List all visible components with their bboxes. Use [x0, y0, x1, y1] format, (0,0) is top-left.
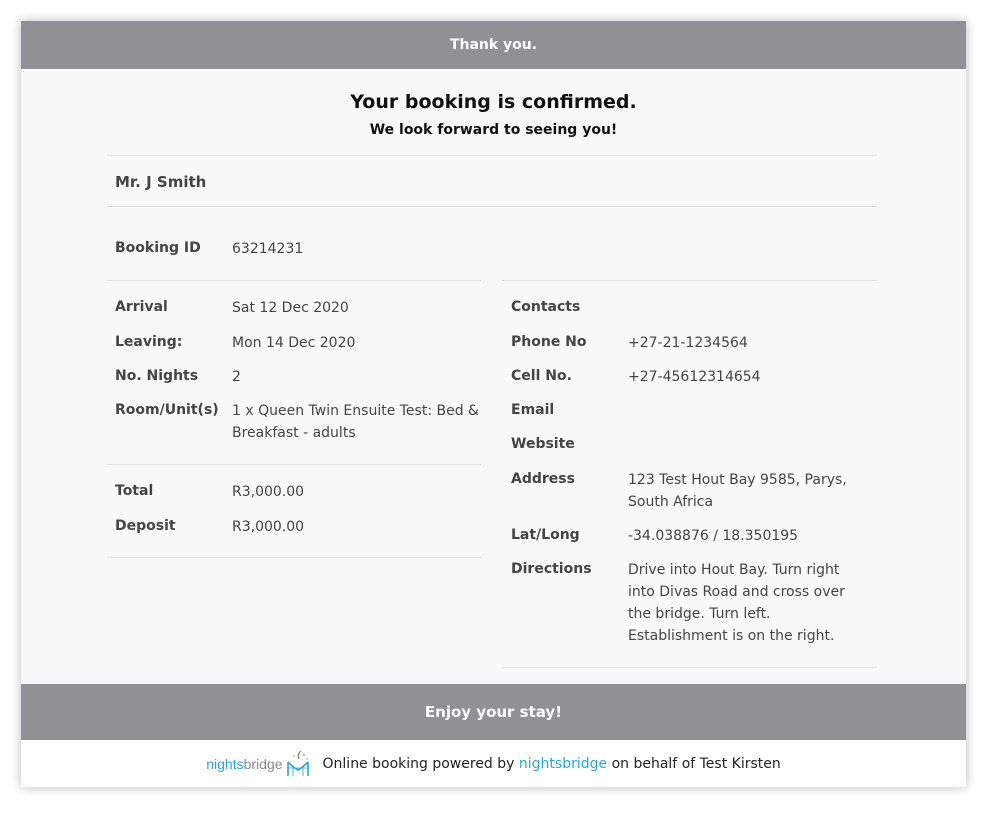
footer-suffix: on behalf of Test Kirsten — [611, 755, 781, 772]
logo-nights-text: nights — [206, 755, 244, 772]
booking-confirmation-card: Thank you. Your booking is confirmed. We… — [21, 21, 966, 787]
directions-label: Directions — [511, 561, 592, 577]
phone-label: Phone No — [511, 334, 587, 350]
deposit-value: R3,000.00 — [232, 519, 305, 535]
leaving-value: Mon 14 Dec 2020 — [232, 335, 356, 351]
total-label: Total — [115, 483, 154, 499]
divider — [107, 464, 481, 465]
divider — [502, 280, 877, 281]
enjoy-stay-banner: Enjoy your stay! — [21, 684, 966, 740]
divider — [107, 155, 877, 156]
email-label: Email — [511, 402, 555, 418]
confirmation-headline: Your booking is confirmed. — [350, 91, 637, 113]
total-value: R3,000.00 — [232, 484, 305, 500]
booking-id-label: Booking ID — [115, 240, 201, 256]
thank-you-banner: Thank you. — [21, 21, 966, 69]
leaving-label: Leaving: — [115, 334, 183, 350]
latlong-label: Lat/Long — [511, 527, 580, 543]
cell-label: Cell No. — [511, 368, 572, 384]
footer: nights bridge Online booking powered by n… — [21, 740, 966, 787]
divider — [502, 667, 877, 668]
room-label: Room/Unit(s) — [115, 402, 219, 418]
latlong-value: -34.038876 / 18.350195 — [628, 528, 799, 544]
address-value: 123 Test Hout Bay 9585, Parys, South Afr… — [628, 472, 847, 510]
address-label: Address — [511, 471, 575, 487]
arrival-value: Sat 12 Dec 2020 — [232, 300, 349, 316]
guest-name: Mr. J Smith — [115, 173, 207, 191]
nightsbridge-logo[interactable]: nights bridge — [206, 749, 310, 778]
nights-label: No. Nights — [115, 368, 199, 384]
contacts-heading: Contacts — [511, 299, 581, 315]
booking-id-value: 63214231 — [232, 241, 304, 257]
phone-value[interactable]: +27-21-1234564 — [628, 332, 748, 354]
website-label: Website — [511, 436, 575, 452]
divider — [107, 557, 481, 558]
cell-value[interactable]: +27-45612314654 — [628, 366, 761, 388]
bridge-icon — [286, 749, 309, 776]
enjoy-stay-text: Enjoy your stay! — [424, 703, 563, 721]
nights-value: 2 — [232, 369, 241, 385]
directions-value: Drive into Hout Bay. Turn right into Div… — [628, 562, 845, 644]
logo-bridge-text: bridge — [243, 755, 283, 772]
room-value: 1 x Queen Twin Ensuite Test: Bed & Break… — [232, 403, 479, 441]
divider — [107, 280, 481, 281]
thank-you-text: Thank you. — [449, 37, 538, 53]
divider — [107, 206, 877, 207]
confirmation-subline: We look forward to seeing you! — [369, 122, 618, 138]
nightsbridge-link[interactable]: nightsbridge — [519, 756, 607, 772]
footer-prefix: Online booking powered by — [322, 755, 515, 772]
arrival-label: Arrival — [115, 299, 168, 315]
deposit-label: Deposit — [115, 518, 176, 534]
